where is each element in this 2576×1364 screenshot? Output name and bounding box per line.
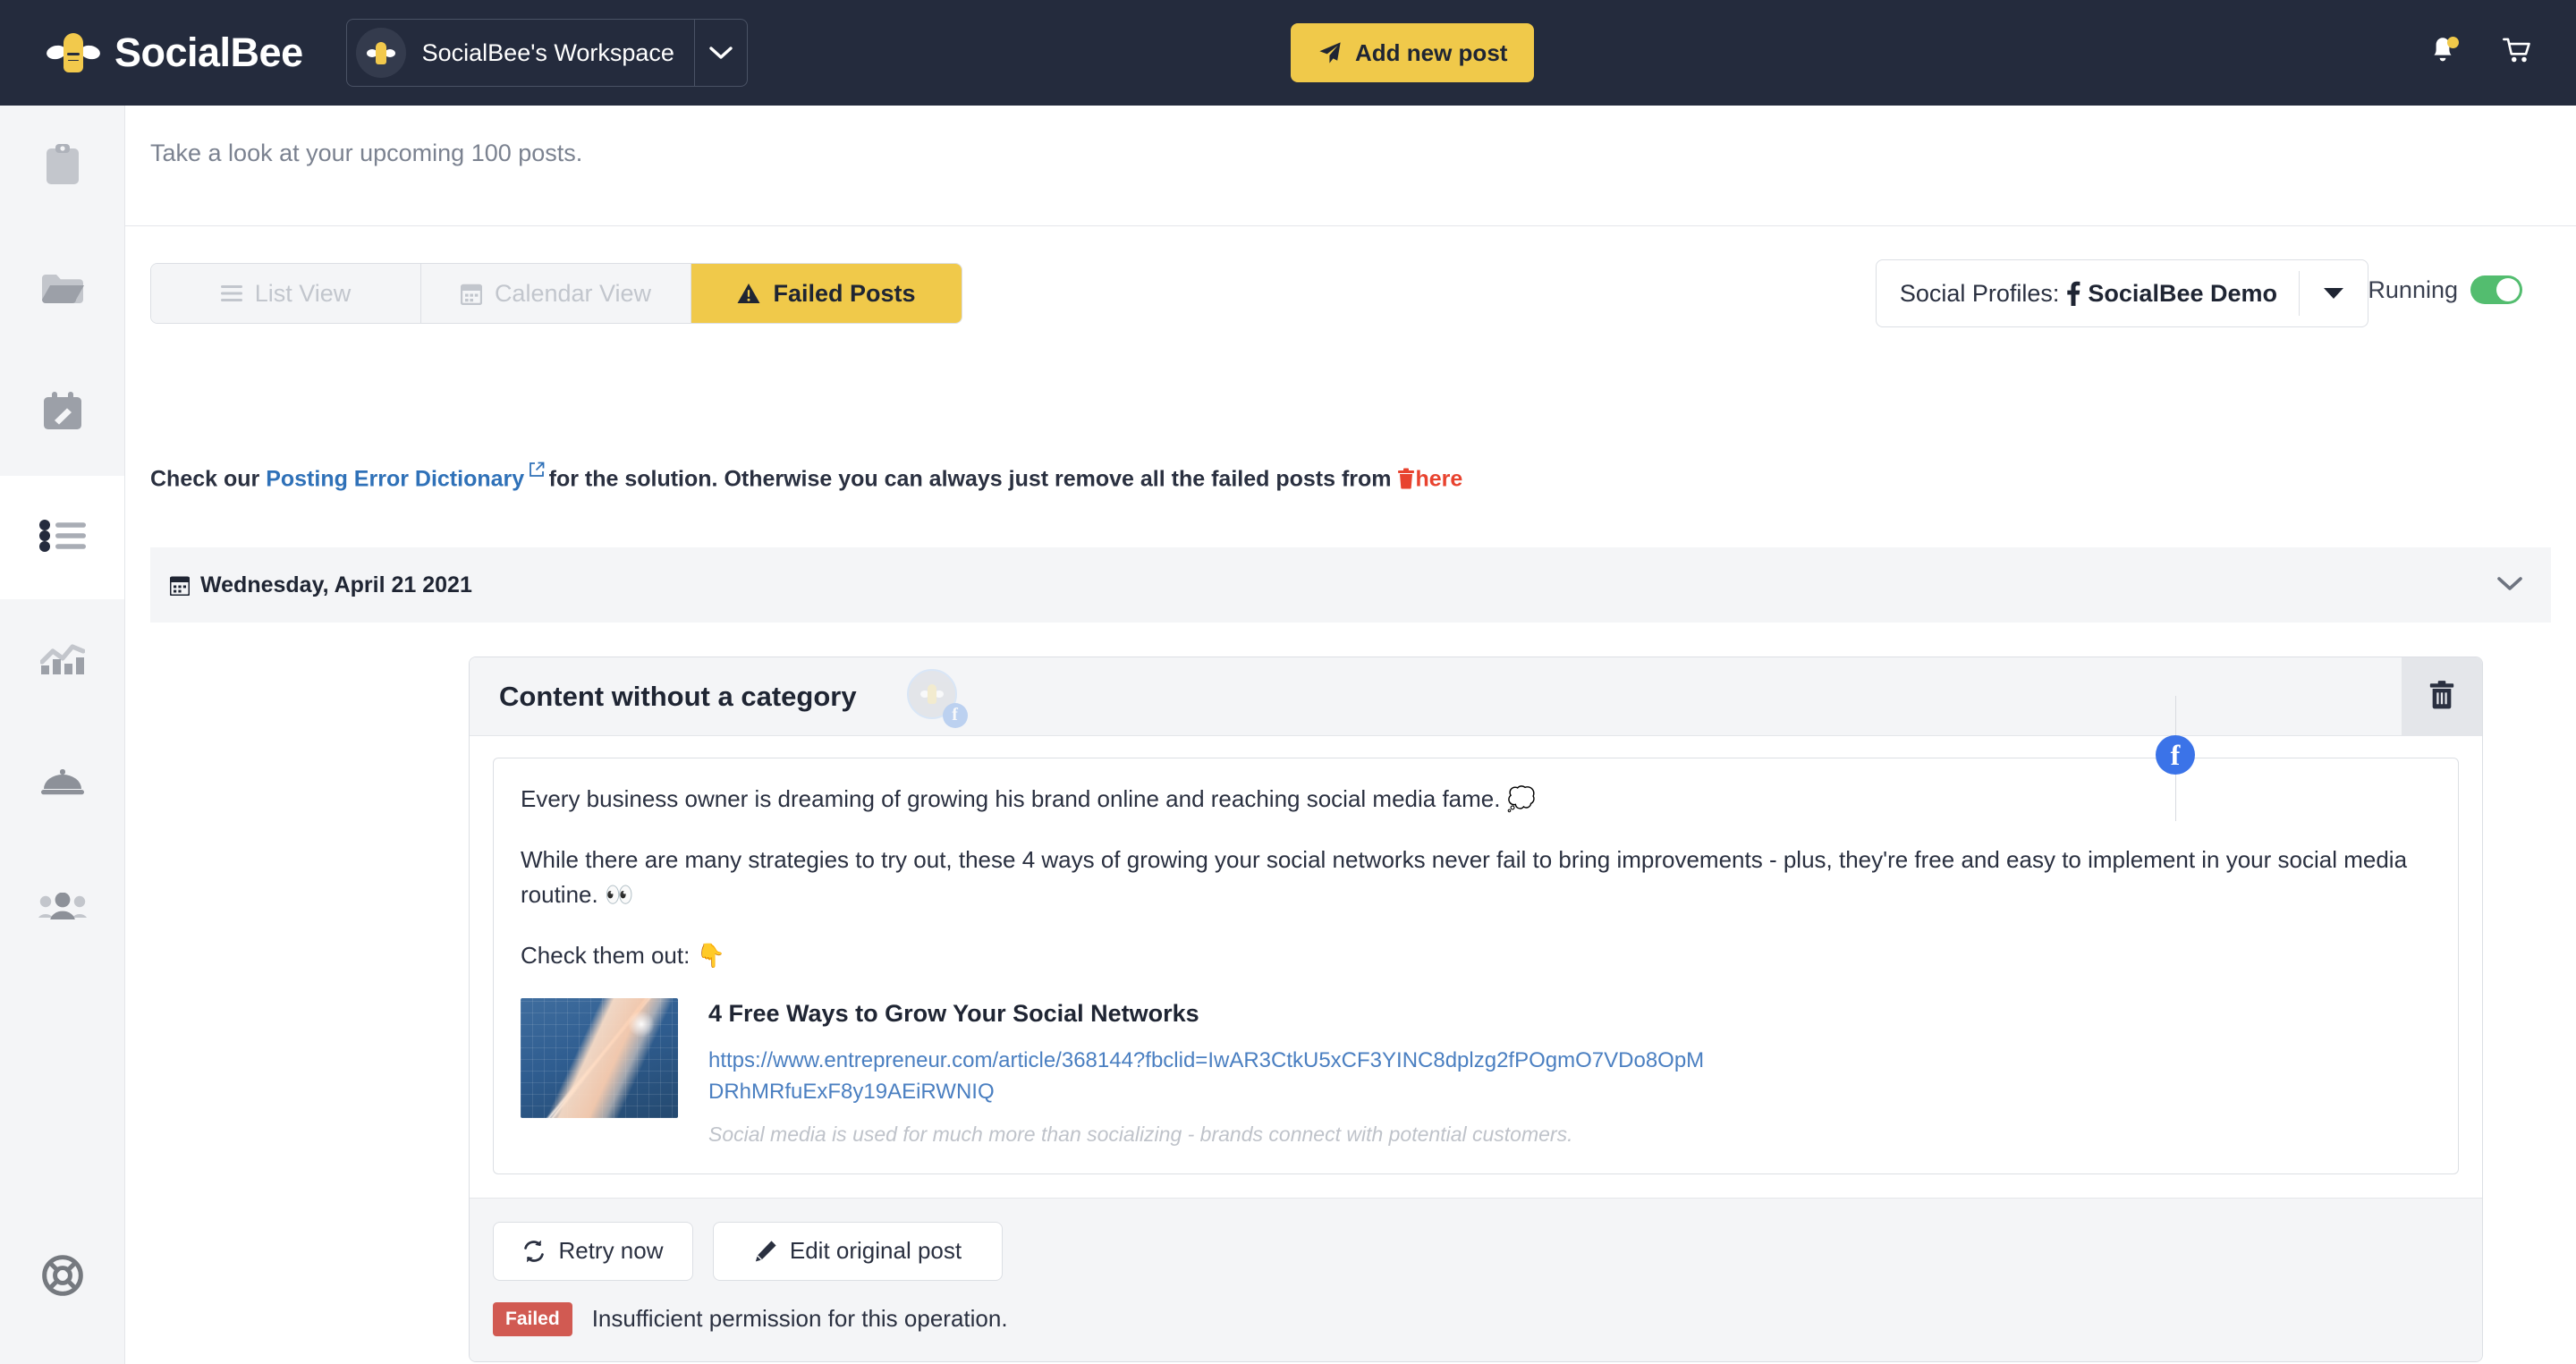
delete-post-button[interactable]: [2402, 657, 2482, 736]
social-profiles-label: Social Profiles:: [1899, 279, 2060, 307]
post-card-header: Content without a category f: [470, 657, 2482, 736]
date-group-label: Wednesday, April 21 2021: [200, 572, 472, 597]
retry-now-button[interactable]: Retry now: [493, 1221, 693, 1281]
life-ring-icon: [42, 1254, 83, 1300]
shopping-cart-icon[interactable]: [2503, 38, 2533, 69]
link-preview-url[interactable]: https://www.entrepreneur.com/article/368…: [708, 1046, 1719, 1108]
workspace-name: SocialBee's Workspace: [421, 38, 674, 66]
list-icon: [38, 519, 86, 556]
view-tabs: List View Calendar View Failed Posts: [150, 263, 962, 324]
notice-prefix: Check our: [150, 466, 267, 492]
clipboard-icon: [43, 143, 82, 192]
external-link-icon: [524, 462, 548, 481]
social-profiles-select[interactable]: Social Profiles: SocialBee Demo: [1875, 259, 2368, 327]
notification-badge: [2447, 36, 2459, 48]
tab-list-view[interactable]: List View: [151, 264, 421, 323]
divider: [125, 225, 2576, 226]
sidebar-item-schedule[interactable]: [0, 352, 124, 476]
warning-triangle-icon: [737, 283, 760, 304]
workspace-avatar: [355, 28, 406, 78]
running-toggle-group: Running: [2368, 275, 2522, 304]
chevron-down-icon[interactable]: [695, 19, 747, 87]
link-preview-description: Social media is used for much more than …: [708, 1122, 1573, 1146]
post-paragraph: While there are many strategies to try o…: [521, 845, 2408, 909]
dome-bell-icon: [40, 768, 85, 801]
sidebar-item-content[interactable]: [0, 106, 124, 229]
facebook-f-icon: f: [942, 702, 968, 728]
add-new-post-label: Add new post: [1355, 38, 1508, 66]
posting-error-dictionary-link[interactable]: Posting Error Dictionary: [266, 466, 524, 491]
users-icon: [38, 892, 87, 924]
remove-failed-posts-link[interactable]: here: [1415, 466, 1462, 491]
tab-failed-posts-label: Failed Posts: [773, 279, 916, 307]
sidebar-item-audience[interactable]: [0, 846, 124, 970]
post-profile-avatar: f: [906, 668, 968, 728]
status-message: Insufficient permission for this operati…: [591, 1305, 1008, 1333]
main-content: Take a look at your upcoming 100 posts. …: [125, 106, 2576, 1364]
sidebar: [0, 106, 125, 1364]
facebook-f-icon: [2066, 281, 2080, 306]
post-status: Failed Insufficient permission for this …: [493, 1301, 2459, 1336]
trash-icon: [1397, 468, 1415, 489]
notice-middle: for the solution. Otherwise you can alwa…: [548, 466, 1398, 492]
caret-down-icon[interactable]: [2300, 287, 2368, 300]
date-group-header[interactable]: Wednesday, April 21 2021: [150, 547, 2551, 623]
paper-plane-icon: [1318, 40, 1343, 65]
running-label: Running: [2368, 275, 2458, 303]
brand-name: SocialBee: [114, 30, 303, 75]
tab-calendar-view[interactable]: Calendar View: [421, 264, 691, 323]
social-profiles-value: SocialBee Demo: [2088, 279, 2277, 307]
post-actions: Retry now Edit original post: [493, 1221, 2459, 1281]
retry-now-label: Retry now: [558, 1237, 664, 1265]
sidebar-item-analytics[interactable]: [0, 599, 124, 723]
pencil-icon: [754, 1240, 777, 1263]
edit-original-post-label: Edit original post: [789, 1237, 962, 1265]
post-paragraph: Every business owner is dreaming of grow…: [521, 785, 1537, 812]
app-header: SocialBee SocialBee's Workspace Add new …: [0, 0, 2576, 106]
facebook-f-icon: f: [2156, 735, 2195, 775]
calendar-icon: [460, 283, 482, 305]
sidebar-item-concierge[interactable]: [0, 723, 124, 846]
status-badge: Failed: [493, 1301, 572, 1336]
trash-icon: [2428, 680, 2455, 714]
post-card-body: Every business owner is dreaming of grow…: [470, 736, 2482, 1174]
tab-list-view-label: List View: [254, 279, 352, 307]
date-group-title: Wednesday, April 21 2021: [170, 572, 472, 598]
post-card-footer: Retry now Edit original post Failed Insu…: [470, 1197, 2482, 1361]
edit-original-post-button[interactable]: Edit original post: [713, 1221, 1003, 1281]
calendar-edit-icon: [41, 391, 84, 437]
workspace-switcher[interactable]: SocialBee's Workspace: [345, 19, 748, 87]
tab-calendar-view-label: Calendar View: [494, 279, 652, 307]
error-notice: Check our Posting Error Dictionary for t…: [150, 462, 1462, 492]
link-preview[interactable]: 4 Free Ways to Grow Your Social Networks…: [521, 998, 2431, 1147]
post-paragraph: Check them out: 👇: [521, 941, 725, 969]
tab-failed-posts[interactable]: Failed Posts: [691, 264, 962, 323]
link-preview-thumbnail: [521, 998, 678, 1119]
list-lines-icon: [220, 284, 242, 302]
post-content: Every business owner is dreaming of grow…: [493, 758, 2459, 1174]
link-preview-title: 4 Free Ways to Grow Your Social Networks: [708, 1000, 1199, 1028]
bee-logo-icon: [45, 30, 102, 76]
chart-icon: [38, 642, 86, 681]
add-new-post-button[interactable]: Add new post: [1291, 23, 1535, 82]
folder-icon: [40, 271, 85, 311]
refresh-icon: [522, 1240, 546, 1263]
header-icons: [2429, 0, 2533, 106]
bell-icon[interactable]: [2429, 36, 2459, 70]
brand[interactable]: SocialBee: [45, 30, 303, 76]
sidebar-item-help[interactable]: [0, 1216, 125, 1339]
post-category-title: Content without a category: [499, 680, 857, 712]
sidebar-item-posts[interactable]: [0, 476, 124, 599]
calendar-icon: [170, 575, 190, 596]
chevron-down-icon[interactable]: [2497, 573, 2522, 597]
sidebar-item-categories[interactable]: [0, 229, 124, 352]
bee-avatar-icon: [919, 682, 944, 706]
page-subtitle: Take a look at your upcoming 100 posts.: [150, 140, 583, 166]
running-toggle[interactable]: [2470, 275, 2522, 304]
